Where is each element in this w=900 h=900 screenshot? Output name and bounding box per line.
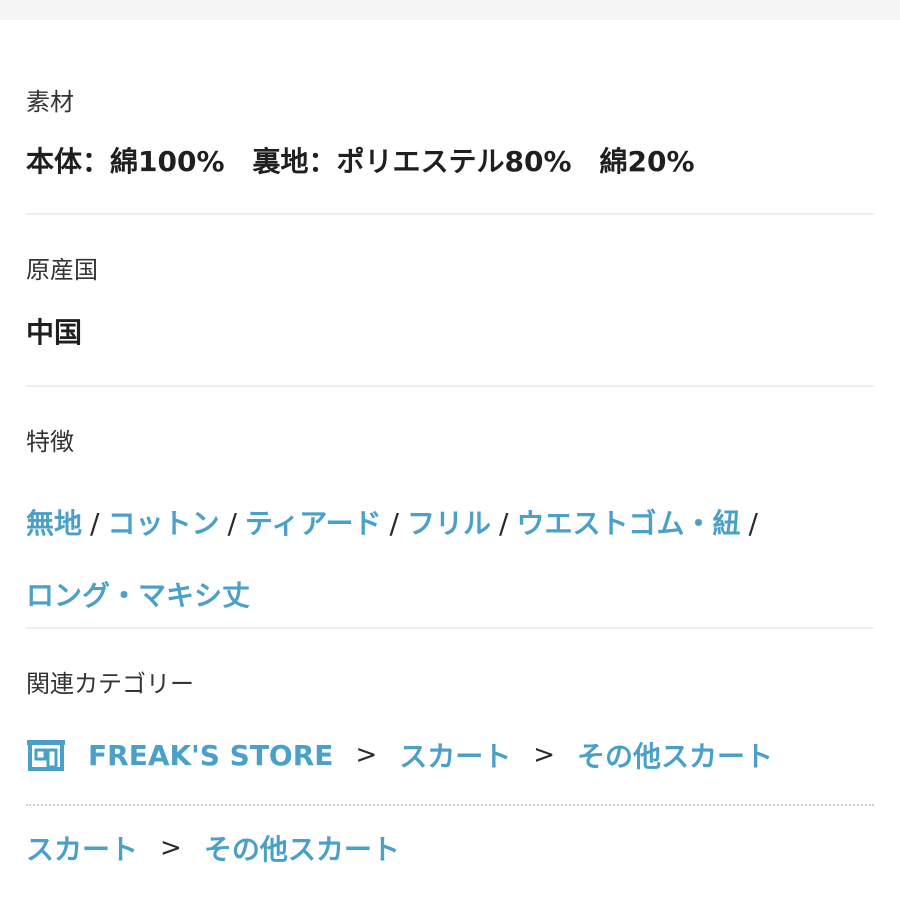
tag-separator: / [499, 507, 509, 540]
tag-separator: / [227, 507, 237, 540]
breadcrumb-arrow: > [355, 740, 378, 770]
origin-value: 中国 [26, 316, 83, 349]
material-section: 素材 本体：綿100% 裏地：ポリエステル80% 綿20% [26, 86, 695, 180]
breadcrumb-arrow: > [160, 833, 182, 863]
feature-tag[interactable]: 無地 [26, 507, 82, 540]
dotted-divider [26, 804, 874, 806]
feature-tag[interactable]: ウエストゴム・紐 [516, 507, 740, 540]
feature-tag[interactable]: ティアード [245, 507, 382, 540]
breadcrumb-other-skirt[interactable]: その他スカート [204, 828, 400, 868]
origin-label: 原産国 [26, 256, 98, 284]
divider [26, 213, 874, 215]
breadcrumb-store[interactable]: FREAK'S STORE [88, 739, 333, 772]
feature-tag[interactable]: フリル [407, 507, 491, 540]
top-bar [0, 0, 900, 20]
breadcrumb-skirt[interactable]: スカート [399, 735, 511, 775]
divider [26, 627, 874, 629]
material-label: 素材 [26, 88, 74, 116]
store-icon [26, 738, 66, 772]
origin-section: 原産国 中国 [26, 254, 98, 351]
material-value: 本体：綿100% 裏地：ポリエステル80% 綿20% [26, 145, 695, 178]
feature-tags: 無地 / コットン / ティアード / フリル / ウエストゴム・紐 / ロング・マキシ丈 [26, 488, 874, 632]
breadcrumb-arrow: > [533, 740, 556, 770]
category-breadcrumb: スカート > その他スカート [26, 828, 400, 868]
tag-separator: / [748, 507, 758, 540]
feature-tag[interactable]: コットン [107, 507, 219, 540]
features-label: 特徴 [26, 428, 74, 456]
divider [26, 385, 874, 387]
tag-separator: / [90, 507, 100, 540]
related-categories-section: 関連カテゴリー FREAK'S STORE > スカート > その他スカート [26, 668, 773, 775]
tag-separator: / [389, 507, 399, 540]
breadcrumb-other-skirt[interactable]: その他スカート [577, 735, 773, 775]
feature-tag[interactable]: ロング・マキシ丈 [26, 579, 250, 612]
breadcrumb-skirt[interactable]: スカート [26, 828, 138, 868]
related-label: 関連カテゴリー [26, 670, 194, 698]
store-breadcrumb: FREAK'S STORE > スカート > その他スカート [26, 735, 773, 775]
features-section: 特徴 無地 / コットン / ティアード / フリル / ウエストゴム・紐 / ロング・マキシ丈 [26, 426, 874, 632]
